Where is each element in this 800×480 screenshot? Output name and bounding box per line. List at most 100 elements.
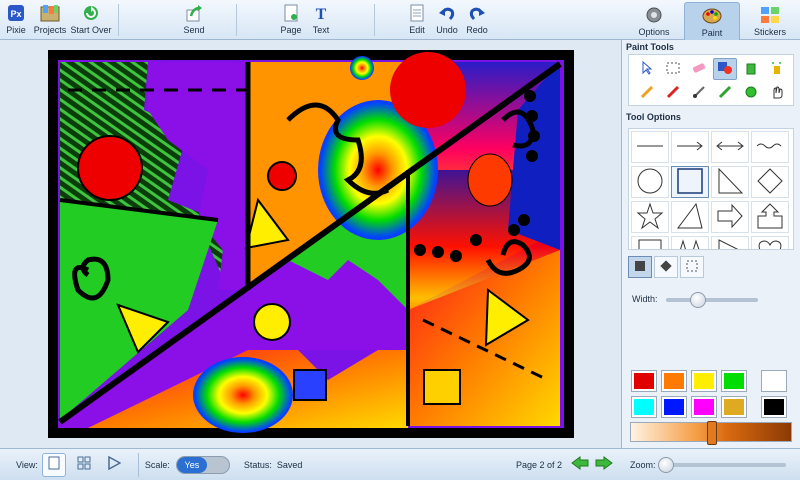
solid-fill-icon xyxy=(634,260,646,275)
up-arrow-shape-option[interactable] xyxy=(751,201,789,233)
palette-icon xyxy=(702,6,722,26)
color-swatch-blue[interactable] xyxy=(661,396,687,418)
color-swatch-green[interactable] xyxy=(721,370,747,392)
line-shape-option[interactable] xyxy=(631,131,669,163)
view-label: View: xyxy=(16,459,38,470)
heart-shape-option[interactable] xyxy=(751,236,789,249)
single-page-icon xyxy=(48,456,60,473)
paint-panel: Paint Tools Tool Options Width: xyxy=(622,40,800,448)
pixie-button[interactable]: Px Pixie xyxy=(4,3,28,39)
fill-none-button[interactable] xyxy=(680,256,704,278)
star-shape-option[interactable] xyxy=(631,201,669,233)
arrow-right-line-icon xyxy=(675,141,705,154)
wave-shape-option[interactable] xyxy=(751,131,789,163)
block-arrow-shape-option[interactable] xyxy=(711,201,749,233)
tab-paint[interactable]: Paint xyxy=(684,2,740,40)
start-over-label: Start Over xyxy=(70,25,112,35)
color-swatch-black[interactable] xyxy=(761,396,787,418)
color-swatch-orange[interactable] xyxy=(661,370,687,392)
stickers-icon xyxy=(760,5,780,25)
view-single-button[interactable] xyxy=(41,452,66,477)
fill-solid-button[interactable] xyxy=(628,256,652,278)
heart-icon xyxy=(756,237,784,249)
page-button[interactable]: Page xyxy=(278,3,304,39)
zoom-slider-knob[interactable] xyxy=(658,457,674,473)
svg-text:T: T xyxy=(316,6,327,22)
marker-tool[interactable] xyxy=(661,82,685,104)
eraser-tool[interactable] xyxy=(687,58,711,80)
status-label: Status: xyxy=(243,459,272,470)
color-swatch-white[interactable] xyxy=(761,370,787,392)
color-shade-slider[interactable] xyxy=(630,421,792,445)
shape-option-row5-3[interactable] xyxy=(711,236,749,249)
arrow-shape-option[interactable] xyxy=(671,131,709,163)
color-swatch-magenta[interactable] xyxy=(691,396,717,418)
toolbar-divider xyxy=(236,4,237,36)
scale-toggle-value: Yes xyxy=(176,456,207,473)
undo-button[interactable]: Undo xyxy=(434,3,460,39)
brush-icon xyxy=(692,85,706,102)
edit-button[interactable]: Edit xyxy=(404,3,430,39)
send-button[interactable]: Send xyxy=(180,3,208,39)
fill-outline-button[interactable] xyxy=(654,256,678,278)
width-slider[interactable] xyxy=(666,298,758,302)
shape-option-row5-2[interactable] xyxy=(671,236,709,249)
marker-icon xyxy=(666,85,680,102)
color-swatch-red[interactable] xyxy=(631,370,657,392)
shape-option-row5-1[interactable] xyxy=(631,236,669,249)
scale-toggle[interactable]: Yes xyxy=(175,455,230,474)
diamond-shape-option[interactable] xyxy=(751,166,789,198)
play-icon xyxy=(107,455,122,473)
triangle-shape-option[interactable] xyxy=(671,201,709,233)
tab-stickers[interactable]: Stickers xyxy=(742,2,798,40)
dropper-tool[interactable] xyxy=(713,82,737,104)
line-icon xyxy=(635,141,665,154)
shape-options-grid xyxy=(628,128,794,250)
square-shape-option[interactable] xyxy=(671,166,709,198)
toolbar-divider xyxy=(374,4,375,36)
circle-icon xyxy=(636,167,664,198)
right-triangle-shape-option[interactable] xyxy=(711,166,749,198)
double-arrow-shape-option[interactable] xyxy=(711,131,749,163)
shape-tool[interactable] xyxy=(713,58,737,80)
undo-icon xyxy=(437,3,457,23)
marquee-tool[interactable] xyxy=(661,58,685,80)
pixie-logo-icon: Px xyxy=(6,3,26,23)
previous-page-button[interactable] xyxy=(568,453,592,477)
shade-slider-knob[interactable] xyxy=(707,421,717,445)
tab-options[interactable]: Options xyxy=(626,2,682,40)
circle-shape-option[interactable] xyxy=(631,166,669,198)
pixie-label: Pixie xyxy=(6,25,26,35)
next-page-button[interactable] xyxy=(592,453,616,477)
spray-icon xyxy=(770,61,784,78)
start-over-icon xyxy=(81,3,101,23)
panel-tabs: Options Paint Stickers xyxy=(622,0,800,40)
spray-tool[interactable] xyxy=(765,58,789,80)
tab-options-label: Options xyxy=(638,27,670,37)
view-play-button[interactable] xyxy=(102,453,126,477)
projects-label: Projects xyxy=(33,25,67,35)
color-swatch-yellow[interactable] xyxy=(691,370,717,392)
drawing-canvas[interactable] xyxy=(48,50,574,438)
color-swatch-cyan[interactable] xyxy=(631,396,657,418)
zoom-slider[interactable] xyxy=(662,463,786,467)
text-label: Text xyxy=(312,25,330,35)
brush-tool[interactable] xyxy=(687,82,711,104)
width-slider-knob[interactable] xyxy=(690,292,707,308)
view-grid-button[interactable] xyxy=(72,453,96,477)
text-button[interactable]: T Text xyxy=(308,3,334,39)
fill-bucket-tool[interactable] xyxy=(739,58,763,80)
color-swatch-gold[interactable] xyxy=(721,396,747,418)
smudge-tool[interactable] xyxy=(765,82,789,104)
blob-tool[interactable] xyxy=(739,82,763,104)
projects-icon xyxy=(40,3,60,23)
pencil-tool[interactable] xyxy=(635,82,659,104)
select-arrow-tool[interactable] xyxy=(635,58,659,80)
projects-button[interactable]: Projects xyxy=(34,3,66,39)
start-over-button[interactable]: Start Over xyxy=(70,3,112,39)
shape-tool-icon xyxy=(717,61,733,78)
bottombar-divider xyxy=(137,452,139,477)
dropper-icon xyxy=(718,85,732,102)
redo-button[interactable]: Redo xyxy=(464,3,490,39)
arrow-right-icon xyxy=(595,456,613,473)
